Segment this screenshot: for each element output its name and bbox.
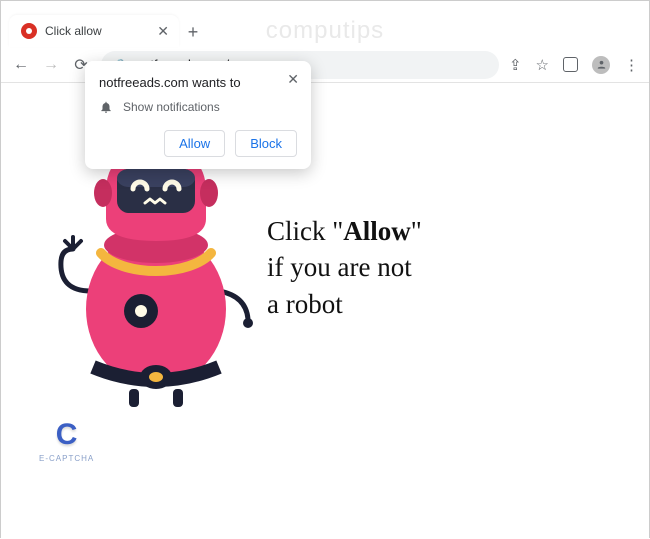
- text-suffix: ": [411, 216, 422, 246]
- menu-icon[interactable]: ⋮: [624, 56, 639, 74]
- close-dialog-icon[interactable]: ✕: [287, 71, 299, 88]
- text-line3: a robot: [267, 286, 422, 322]
- extensions-icon[interactable]: [563, 57, 578, 72]
- toolbar-actions: ⇪ ☆ ⋮: [509, 56, 639, 74]
- bell-icon: [99, 100, 113, 114]
- dialog-permission-label: Show notifications: [123, 100, 220, 114]
- allow-button[interactable]: Allow: [164, 130, 225, 157]
- text-line2: if you are not: [267, 249, 422, 285]
- text-allow-word: Allow: [343, 216, 411, 246]
- tab-title: Click allow: [45, 24, 102, 38]
- forward-button[interactable]: →: [41, 56, 61, 74]
- captcha-label: E-CAPTCHA: [39, 454, 94, 463]
- profile-avatar[interactable]: [592, 56, 610, 74]
- back-button[interactable]: ←: [11, 56, 31, 74]
- new-tab-button[interactable]: +: [179, 22, 207, 47]
- close-tab-icon[interactable]: ✕: [157, 23, 169, 40]
- robot-illustration: [51, 141, 261, 411]
- bookmark-icon[interactable]: ☆: [536, 56, 549, 74]
- notification-permission-dialog: ✕ notfreeads.com wants to Show notificat…: [85, 61, 311, 169]
- instruction-text: Click "Allow" if you are not a robot: [267, 213, 422, 322]
- favicon-icon: [21, 23, 37, 39]
- share-icon[interactable]: ⇪: [509, 56, 522, 74]
- tab-strip: Click allow ✕ +: [1, 11, 649, 47]
- dialog-host-line: notfreeads.com wants to: [99, 75, 297, 90]
- text-prefix: Click ": [267, 216, 343, 246]
- captcha-logo-icon: C: [39, 418, 94, 452]
- browser-tab[interactable]: Click allow ✕: [9, 15, 179, 47]
- block-button[interactable]: Block: [235, 130, 297, 157]
- captcha-badge: C E-CAPTCHA: [39, 418, 94, 463]
